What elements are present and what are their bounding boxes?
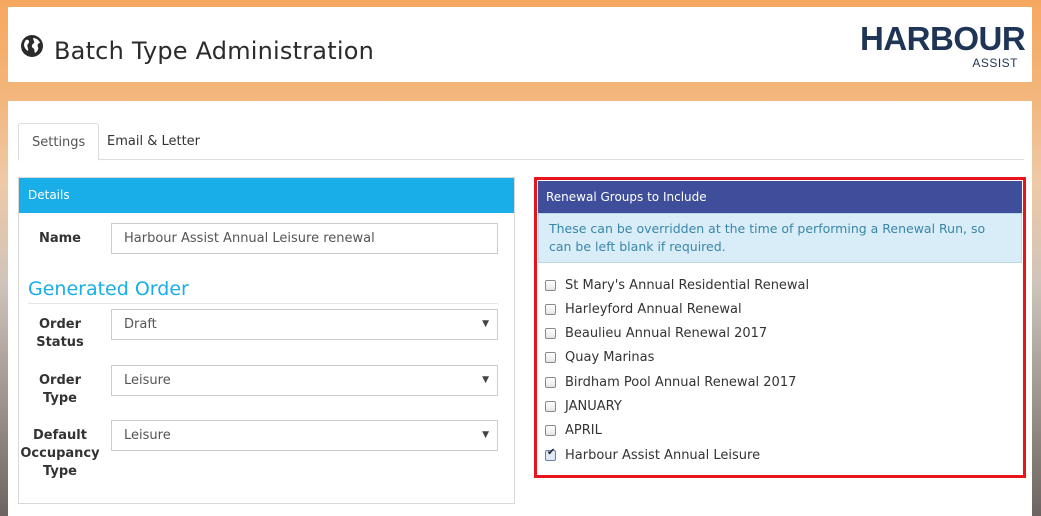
chevron-down-icon: ▼	[482, 430, 489, 440]
renewal-group-label: Harbour Assist Annual Leisure	[565, 448, 761, 463]
harbour-assist-logo[interactable]: HARBOUR ASSIST	[858, 22, 1026, 74]
tab-email-letter[interactable]: Email & Letter	[94, 123, 213, 160]
tab-bar: Settings Email & Letter	[18, 123, 1024, 161]
page-title: Batch Type Administration	[54, 37, 374, 65]
details-panel: Details Name Harbour Assist Annual Leisu…	[18, 177, 515, 504]
section-divider	[28, 303, 498, 304]
renewal-groups-panel: Renewal Groups to Include These can be o…	[534, 177, 1026, 478]
chevron-down-icon: ▼	[482, 319, 489, 329]
occupancy-label-line3: Type	[43, 464, 77, 479]
renewal-group-label: Harleyford Annual Renewal	[565, 302, 742, 317]
order-status-label-line2: Status	[36, 335, 84, 350]
logo-sub-text: ASSIST	[972, 56, 1018, 70]
checkbox[interactable]	[545, 280, 556, 291]
occupancy-label-line2: Occupancy	[20, 446, 100, 461]
renewal-group-item[interactable]: Birdham Pool Annual Renewal 2017	[545, 374, 1005, 392]
order-status-select[interactable]: Draft ▼	[111, 309, 498, 340]
checkbox[interactable]	[545, 377, 556, 388]
renewal-group-item[interactable]: Harleyford Annual Renewal	[545, 301, 1005, 319]
order-status-value: Draft	[124, 317, 157, 332]
default-occupancy-type-select[interactable]: Leisure ▼	[111, 420, 498, 451]
renewal-group-item[interactable]: APRIL	[545, 422, 1005, 440]
order-status-label: Order Status	[19, 316, 101, 352]
checkbox-checked[interactable]	[545, 447, 556, 461]
details-panel-heading: Details	[19, 178, 514, 213]
order-type-label-line2: Type	[43, 391, 77, 406]
checkbox[interactable]	[545, 401, 556, 412]
renewal-group-item[interactable]: Quay Marinas	[545, 349, 1005, 367]
order-type-select[interactable]: Leisure ▼	[111, 365, 498, 396]
order-status-label-line1: Order	[39, 317, 81, 332]
renewal-group-label: JANUARY	[565, 399, 622, 414]
renewal-group-label: St Mary's Annual Residential Renewal	[565, 278, 810, 293]
order-type-label-line1: Order	[39, 373, 81, 388]
order-type-value: Leisure	[124, 373, 171, 388]
default-occupancy-type-label: Default Occupancy Type	[19, 427, 101, 481]
main-content: Settings Email & Letter Details Name Har…	[8, 101, 1032, 516]
renewal-info-alert: These can be overridden at the time of p…	[538, 213, 1022, 263]
occupancy-type-value: Leisure	[124, 428, 171, 443]
renewal-group-label: APRIL	[565, 423, 602, 438]
renewal-group-item[interactable]: Harbour Assist Annual Leisure	[545, 447, 1005, 465]
occupancy-label-line1: Default	[33, 428, 87, 443]
renewal-groups-heading: Renewal Groups to Include	[538, 181, 1022, 213]
globe-icon	[21, 35, 43, 57]
checkbox[interactable]	[545, 328, 556, 339]
chevron-down-icon: ▼	[482, 375, 489, 385]
renewal-group-label: Quay Marinas	[565, 350, 655, 365]
logo-main-text: HARBOUR	[860, 20, 1026, 57]
checkbox[interactable]	[545, 304, 556, 315]
name-input[interactable]: Harbour Assist Annual Leisure renewal	[111, 223, 498, 254]
renewal-group-item[interactable]: Beaulieu Annual Renewal 2017	[545, 325, 1005, 343]
name-label: Name	[38, 231, 81, 246]
renewal-group-label: Birdham Pool Annual Renewal 2017	[565, 375, 797, 390]
renewal-group-item[interactable]: JANUARY	[545, 398, 1005, 416]
page-header: Batch Type Administration HARBOUR ASSIST	[8, 7, 1032, 82]
renewal-group-label: Beaulieu Annual Renewal 2017	[565, 326, 768, 341]
checkbox[interactable]	[545, 425, 556, 436]
checkbox[interactable]	[545, 352, 556, 363]
order-type-label: Order Type	[19, 372, 101, 408]
generated-order-title: Generated Order	[28, 278, 189, 300]
tab-settings[interactable]: Settings	[18, 123, 100, 161]
renewal-group-item[interactable]: St Mary's Annual Residential Renewal	[545, 277, 1005, 295]
